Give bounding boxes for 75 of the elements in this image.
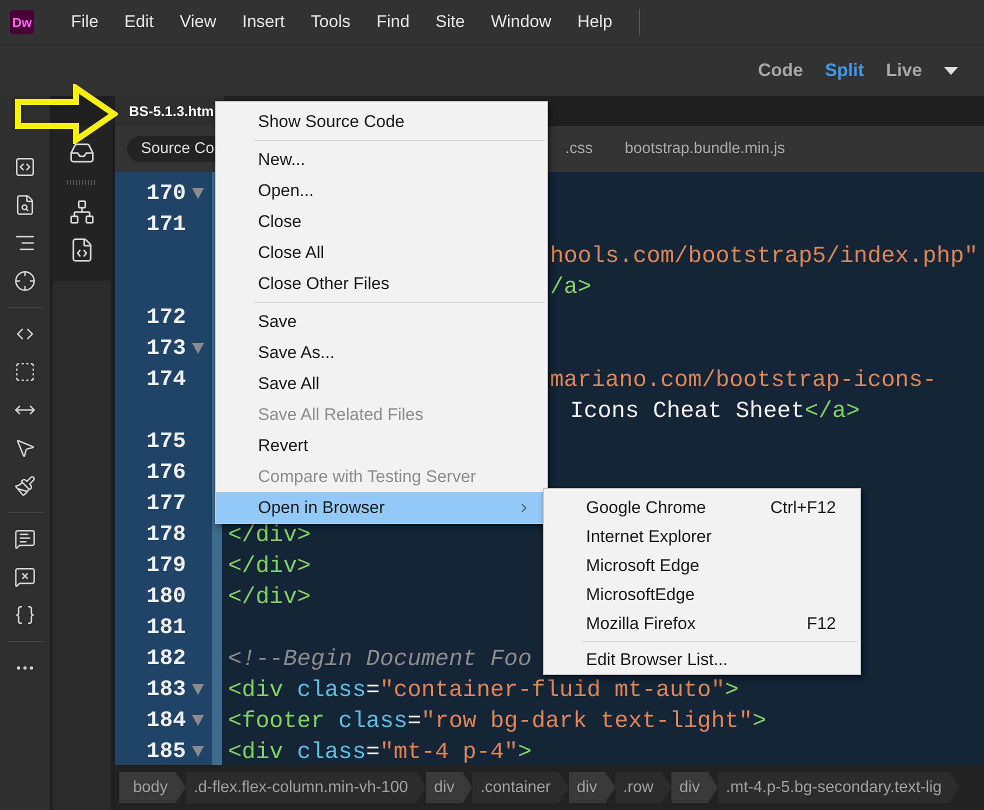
menu-option[interactable]: Internet Explorer [544,522,860,551]
menu-item[interactable]: Site [422,12,478,32]
breadcrumb[interactable]: .d-flex.flex-column.min-vh-100 [186,772,426,803]
breadcrumb[interactable]: .mt-4.p-5.bg-secondary.text-lig [718,772,960,803]
app-logo: Dw [10,10,34,34]
menu-option[interactable]: Mozilla Firefox F12 [544,609,860,638]
menu-item[interactable]: Find [363,12,423,32]
fold-triangle-icon[interactable] [192,684,204,695]
arrow-annotation-icon [14,84,118,144]
code-line: </div> [228,522,311,548]
line-number: 175 [146,429,186,454]
breadcrumb[interactable]: .container [472,772,569,803]
line-number: 184 [146,708,186,733]
menu-option[interactable]: Microsoft Edge [544,551,860,580]
line-number: 174 [146,367,186,392]
menu-item[interactable]: View [166,12,230,32]
line-number: 177 [146,491,186,516]
code-line: Icons Cheat Sheet</a> [570,398,860,424]
menu-option[interactable]: Close [216,206,547,237]
code-line: </div> [228,552,311,578]
code-line: <div class="mt-4 p-4"> [228,738,532,764]
breadcrumb[interactable]: div [671,772,718,803]
fold-triangle-icon[interactable] [192,343,204,354]
line-number: 178 [146,522,186,547]
shortcut: F12 [806,614,837,634]
menu-option[interactable]: MicrosoftEdge [544,580,860,609]
fold-triangle-icon[interactable] [192,188,204,199]
related-file-tab[interactable]: bootstrap.bundle.min.js [622,136,788,162]
line-number: 170 [146,181,186,206]
sitemap-icon[interactable] [68,198,96,226]
line-number: 172 [146,305,186,330]
menu-option[interactable]: Open... [216,175,547,206]
code-line: <footer class="row bg-dark text-light"> [228,708,766,734]
related-file-tab[interactable]: .css [563,136,595,162]
line-number: 173 [146,336,186,361]
menu-option[interactable]: Close All [216,237,547,268]
view-tab[interactable]: Live [886,60,922,81]
line-number: 179 [146,553,186,578]
menu-option[interactable]: Revert [216,430,547,461]
code-line: hools.com/bootstrap5/index.php" [550,242,978,268]
menu-item[interactable]: Tools [298,12,364,32]
line-number: 176 [146,460,186,485]
document-tab[interactable]: BS-5.1.3.htm [115,96,224,126]
breadcrumb[interactable]: body [119,772,186,803]
menu-option[interactable]: Save As... [216,337,547,368]
menu-item[interactable]: Insert [229,12,298,32]
code-line: mariano.com/bootstrap-icons- [550,366,936,392]
breadcrumb[interactable]: div [426,772,472,803]
menu-item[interactable]: Help [564,12,626,32]
fold-triangle-icon[interactable] [192,715,204,726]
menu-option[interactable]: Close Other Files [216,268,547,299]
code-line: <!--Begin Document Foo [228,646,532,672]
breadcrumb[interactable]: div [568,772,616,803]
line-number: 185 [146,739,186,764]
line-number: 180 [146,584,186,609]
menu-option[interactable]: Edit Browser List... [544,645,860,674]
menu-item[interactable]: File [58,12,112,32]
view-tab[interactable]: Code [758,60,803,81]
menu-option[interactable]: Save [216,306,547,337]
line-number: 181 [146,615,186,640]
menu-option[interactable]: Google Chrome Ctrl+F12 [544,493,860,522]
code-line: <div class="container-fluid mt-auto"> [228,676,739,702]
dropdown-caret-icon[interactable] [944,66,958,74]
shortcut: Ctrl+F12 [770,498,837,518]
menu-item[interactable]: Window [478,12,564,32]
breadcrumb[interactable]: .row [615,772,672,803]
view-tab[interactable]: Split [824,60,864,81]
fold-triangle-icon[interactable] [192,746,204,757]
line-number: 171 [146,212,186,237]
line-number: 182 [146,646,186,671]
code-line: /a> [550,274,592,300]
code-line: </div> [228,584,311,610]
line-number: 183 [146,677,186,702]
menu-option[interactable]: Save All [216,368,547,399]
menu-item[interactable]: Edit [111,12,167,32]
